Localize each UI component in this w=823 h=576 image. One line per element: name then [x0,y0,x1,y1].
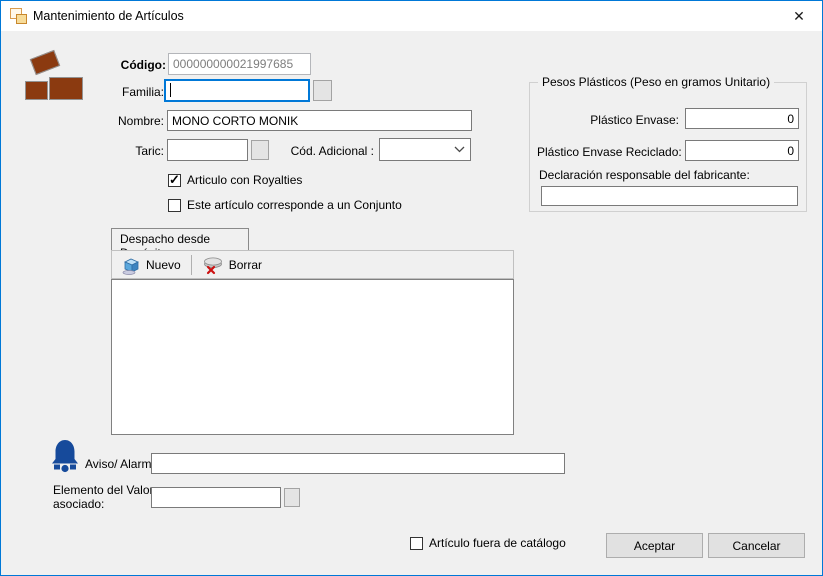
declaracion-input[interactable] [541,186,798,206]
familia-browse-button[interactable] [313,80,332,101]
bricks-logo [25,51,87,103]
text-caret [170,83,171,97]
checkbox-box: ✓ [168,174,181,187]
new-record-icon [121,255,141,275]
brick-left [25,81,48,100]
nombre-input[interactable] [167,110,472,131]
plastico-envase-input[interactable] [685,108,799,129]
plastico-envase-label: Plástico Envase: [541,113,679,127]
delete-record-icon [202,255,224,275]
aviso-alarma-label: Aviso/ Alarma [85,457,158,471]
familia-label: Familia: [96,85,164,99]
familia-input[interactable] [164,79,310,102]
taric-input[interactable] [167,139,248,161]
window-title: Mantenimiento de Artículos [33,9,184,23]
elemento-valor-browse-button[interactable] [284,488,300,507]
brick-rotated [30,50,60,75]
depositos-toolbar: Nuevo Borrar [111,250,514,279]
fuera-catalogo-checkbox[interactable]: ✓ Artículo fuera de catálogo [410,536,566,550]
elemento-valor-input[interactable] [151,487,281,508]
titlebar[interactable]: Mantenimiento de Artículos ✕ [1,1,822,31]
royalties-checkbox[interactable]: ✓ Articulo con Royalties [168,173,302,187]
chevron-down-icon [454,146,465,153]
aceptar-button[interactable]: Aceptar [606,533,703,558]
close-button[interactable]: ✕ [776,1,822,31]
cod-adicional-label: Cód. Adicional : [281,144,374,158]
borrar-button-label: Borrar [229,258,262,272]
close-icon: ✕ [793,8,805,25]
elemento-valor-label-line1: Elemento del Valor [53,483,154,497]
dialog-mantenimiento-articulos: Mantenimiento de Artículos ✕ Código: Fam… [0,0,823,576]
brick-right [49,77,83,100]
cancelar-button[interactable]: Cancelar [708,533,805,558]
alarm-bell-icon [50,439,80,475]
toolbar-separator [191,255,192,275]
pesos-plasticos-title: Pesos Plásticos (Peso en gramos Unitario… [538,75,774,89]
app-form-icon [10,8,28,25]
checkbox-box: ✓ [410,537,423,550]
elemento-valor-label: Elemento del Valor asociado: [53,483,154,511]
checkbox-box: ✓ [168,199,181,212]
nuevo-button[interactable]: Nuevo [114,253,188,277]
taric-label: Taric: [96,144,164,158]
cod-adicional-dropdown[interactable] [379,138,471,161]
taric-browse-button[interactable] [251,140,269,160]
depositos-list[interactable] [111,279,514,435]
plastico-envase-reciclado-label: Plástico Envase Reciclado: [537,145,679,159]
codigo-label: Código: [96,58,166,72]
plastico-envase-reciclado-input[interactable] [685,140,799,161]
check-icon: ✓ [169,172,180,188]
conjunto-checkbox-label: Este artículo corresponde a un Conjunto [187,198,402,212]
fuera-catalogo-checkbox-label: Artículo fuera de catálogo [429,536,566,550]
aviso-alarma-input[interactable] [151,453,565,474]
nuevo-button-label: Nuevo [146,258,181,272]
declaracion-label: Declaración responsable del fabricante: [539,168,750,182]
borrar-button[interactable]: Borrar [195,253,269,277]
royalties-checkbox-label: Articulo con Royalties [187,173,302,187]
nombre-label: Nombre: [96,114,164,128]
tab-despacho-depositos[interactable]: Despacho desde Depósitos [111,228,249,250]
elemento-valor-label-line2: asociado: [53,497,154,511]
form-icon-front [16,14,27,24]
codigo-input [168,53,311,75]
conjunto-checkbox[interactable]: ✓ Este artículo corresponde a un Conjunt… [168,198,402,212]
